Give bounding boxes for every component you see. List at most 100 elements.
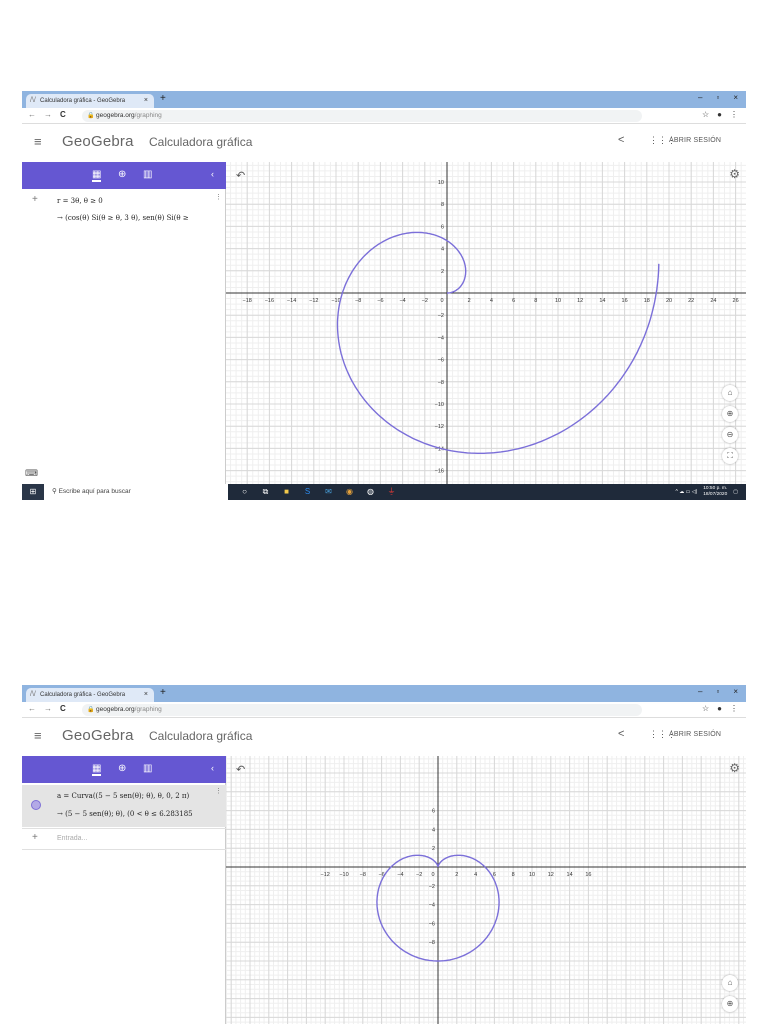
home-view-icon[interactable]: ⌂	[722, 385, 738, 401]
profile-icon[interactable]: ●	[717, 110, 722, 119]
settings-gear-icon[interactable]: ⚙	[729, 167, 740, 181]
restore-button[interactable]: ▫	[716, 687, 719, 696]
x-tick-label: 12	[548, 872, 554, 878]
zoom-out-icon[interactable]: ⊖	[722, 427, 738, 443]
back-arrow-icon[interactable]: ←	[28, 110, 36, 119]
undo-icon[interactable]: ↶	[236, 763, 245, 776]
forward-arrow-icon[interactable]: →	[44, 110, 52, 119]
system-tray: ^ ☁ ▭ ◁) 10:50 p. m. 18/07/2020 ▢	[676, 484, 739, 500]
calculator-tab-icon[interactable]: ▦	[92, 169, 102, 182]
task-view-icon[interactable]: ⧉	[255, 484, 276, 500]
login-button[interactable]: ABRIR SESIÓN	[669, 137, 721, 144]
app-icon[interactable]: ◍	[360, 484, 381, 500]
browser-tab[interactable]: /\/ Calculadora gráfica - GeoGebra ×	[26, 688, 154, 702]
new-tab-button[interactable]: +	[160, 93, 166, 104]
zoom-in-icon[interactable]: ⊕	[722, 406, 738, 422]
reload-icon[interactable]: C	[60, 704, 66, 713]
y-tick-label: −8	[438, 380, 444, 386]
tab-close-icon[interactable]: ×	[144, 688, 148, 702]
share-icon[interactable]: <	[618, 134, 624, 146]
algebra-input-row[interactable]: + Entrada...	[22, 828, 226, 850]
browser-tab[interactable]: /\/ Calculadora gráfica - GeoGebra ×	[26, 94, 154, 108]
x-tick-label: 6	[512, 298, 515, 304]
home-view-icon[interactable]: ⌂	[722, 975, 738, 991]
table-tab-icon[interactable]: ▥	[143, 169, 152, 180]
row-options-icon[interactable]: ⋮	[215, 193, 222, 201]
close-window-button[interactable]: ×	[733, 687, 738, 696]
star-icon[interactable]: ☆	[702, 704, 709, 713]
calculator-tab-icon[interactable]: ▦	[92, 763, 102, 776]
visibility-toggle[interactable]	[31, 800, 41, 810]
x-tick-label: −12	[309, 298, 318, 304]
url-field[interactable]: 🔒 geogebra.org/graphing	[82, 704, 642, 716]
geogebra-logo[interactable]: GeoGebra	[62, 133, 134, 150]
collapse-panel-icon[interactable]: ‹	[211, 169, 214, 179]
settings-gear-icon[interactable]: ⚙	[729, 761, 740, 775]
algebra-toolbar: ▦ ⊕ ▥ ‹	[22, 756, 226, 783]
star-icon[interactable]: ☆	[702, 110, 709, 119]
tools-tab-icon[interactable]: ⊕	[118, 763, 126, 774]
address-bar-row: ← → C 🔒 geogebra.org/graphing ☆ ● ⋮	[22, 108, 746, 124]
menu-dots-icon[interactable]: ⋮	[730, 704, 738, 713]
y-tick-label: 6	[432, 809, 435, 815]
geogebra-favicon-icon: /\/	[30, 97, 36, 104]
acrobat-icon[interactable]: ⏚	[381, 484, 402, 500]
y-tick-label: 6	[441, 224, 444, 230]
menu-dots-icon[interactable]: ⋮	[730, 110, 738, 119]
cortana-icon[interactable]: ○	[234, 484, 255, 500]
tab-close-icon[interactable]: ×	[144, 94, 148, 108]
fullscreen-icon[interactable]: ⛶	[722, 448, 738, 464]
hamburger-menu-icon[interactable]: ≡	[34, 728, 42, 743]
windows-start-icon[interactable]: ⊞	[22, 484, 44, 500]
x-tick-label: 20	[666, 298, 672, 304]
tab-title: Calculadora gráfica - GeoGebra	[40, 692, 126, 698]
reload-icon[interactable]: C	[60, 110, 66, 119]
algebra-entry-placeholder[interactable]: Entrada...	[57, 835, 87, 842]
url-field[interactable]: 🔒 geogebra.org/graphing	[82, 110, 642, 122]
notifications-icon[interactable]: ▢	[733, 489, 738, 495]
chrome-icon[interactable]: ◉	[339, 484, 360, 500]
zoom-in-icon[interactable]: ⊕	[722, 996, 738, 1012]
algebra-row-spiral[interactable]: + r = 3θ, θ ≥ 0 → (cos(θ) Si(θ ≥ θ, 3 θ)…	[22, 191, 226, 231]
hamburger-menu-icon[interactable]: ≡	[34, 134, 42, 149]
restore-button[interactable]: ▫	[716, 93, 719, 102]
collapse-panel-icon[interactable]: ‹	[211, 763, 214, 773]
geogebra-logo[interactable]: GeoGebra	[62, 727, 134, 744]
file-explorer-icon[interactable]: ■	[276, 484, 297, 500]
algebra-panel: ▦ ⊕ ▥ ‹ a = Curva((5 − 5 sen(θ); θ), θ, …	[22, 756, 226, 1024]
algebra-input[interactable]: a = Curva((5 − 5 sen(θ); θ), θ, 0, 2 π)	[57, 792, 189, 800]
clock-date: 18/07/2020	[703, 492, 728, 497]
profile-icon[interactable]: ●	[717, 704, 722, 713]
row-options-icon[interactable]: ⋮	[215, 787, 222, 795]
graph-canvas[interactable]: −12 −10 −8 −6 −4 −2 0 2 4 6 8 10 12 14 16642−2−4−6−8	[226, 756, 746, 1024]
algebra-input[interactable]: r = 3θ, θ ≥ 0	[57, 197, 103, 205]
taskbar-search-field[interactable]: ⚲ Escribe aquí para buscar	[44, 484, 228, 500]
url-host: geogebra.org	[96, 706, 135, 713]
clock[interactable]: 10:50 p. m. 18/07/2020	[703, 486, 727, 498]
geogebra-header: ≡ GeoGebra Calculadora gráfica < ⋮⋮⋮ ABR…	[22, 718, 746, 756]
minimize-button[interactable]: –	[698, 687, 702, 696]
x-tick-label: 4	[490, 298, 493, 304]
mail-icon[interactable]: ✉	[318, 484, 339, 500]
x-tick-label: −8	[355, 298, 361, 304]
y-tick-label: −2	[438, 313, 444, 319]
tray-icons[interactable]: ^ ☁ ▭ ◁)	[676, 489, 698, 495]
graphics-view[interactable]: −12 −10 −8 −6 −4 −2 0 2 4 6 8 10 12 14 16 6 4 2 −2 −4 −6 −8 ↶…	[226, 756, 746, 1024]
forward-arrow-icon[interactable]: →	[44, 704, 52, 713]
close-window-button[interactable]: ×	[733, 93, 738, 102]
undo-icon[interactable]: ↶	[236, 169, 245, 182]
share-icon[interactable]: <	[618, 728, 624, 740]
skype-icon[interactable]: S	[297, 484, 318, 500]
minimize-button[interactable]: –	[698, 93, 702, 102]
graph-canvas[interactable]: −18 −16 −14 −12 −10 −8 −6 −4 −2 0 2 4 6 8 10 12 14 16 18 20…	[226, 162, 746, 484]
algebra-row-curve[interactable]: a = Curva((5 − 5 sen(θ); θ), θ, 0, 2 π) …	[22, 785, 226, 827]
back-arrow-icon[interactable]: ←	[28, 704, 36, 713]
tools-tab-icon[interactable]: ⊕	[118, 169, 126, 180]
add-item-icon[interactable]: +	[32, 832, 38, 843]
table-tab-icon[interactable]: ▥	[143, 763, 152, 774]
add-item-icon[interactable]: +	[32, 194, 38, 205]
new-tab-button[interactable]: +	[160, 687, 166, 698]
keyboard-icon[interactable]: ⌨	[25, 468, 38, 479]
login-button[interactable]: ABRIR SESIÓN	[669, 731, 721, 738]
graphics-view[interactable]: −18 −16 −14 −12 −10 −8 −6 −4 −2 0 2 4 6 8 10 12 14 16 18 20…	[226, 162, 746, 484]
